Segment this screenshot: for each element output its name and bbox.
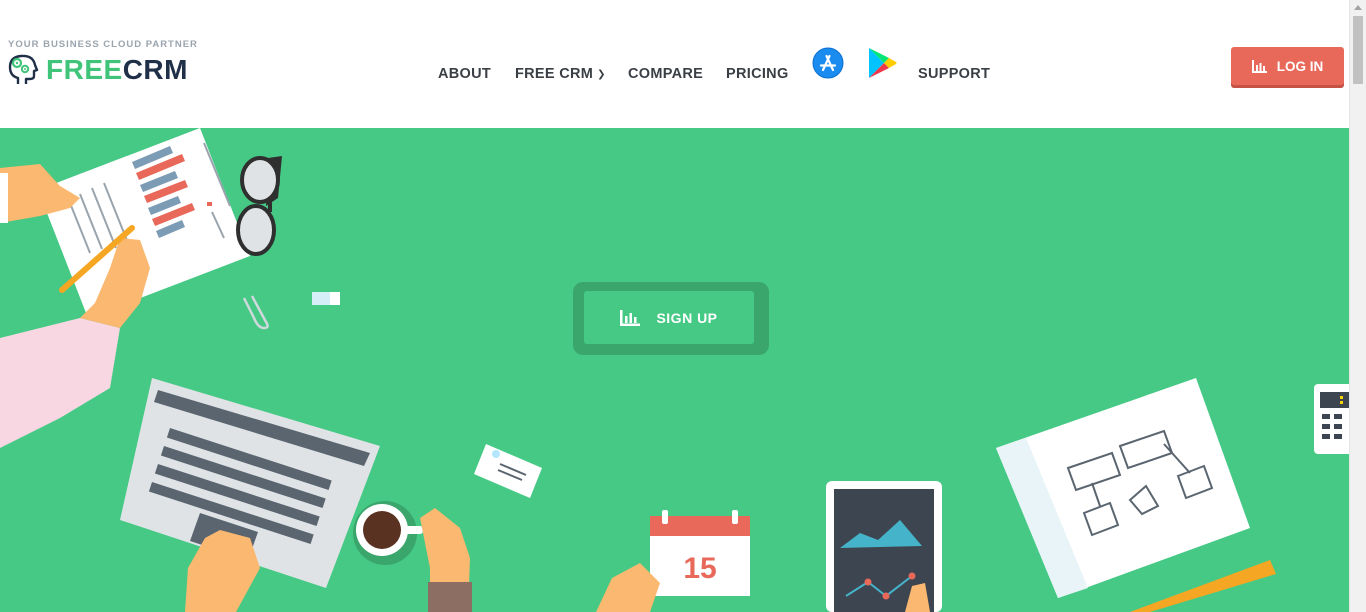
nav-free-crm-label: FREE CRM [515, 66, 594, 82]
flowchart-blueprint-illustration [996, 378, 1250, 598]
chevron-down-icon: ❯ [597, 69, 606, 80]
business-card-illustration [474, 444, 542, 498]
calendar-day-text: 15 [683, 552, 716, 585]
brand-logo[interactable]: FREECRM [6, 54, 188, 86]
nav-free-crm[interactable]: FREE CRM ❯ [515, 66, 606, 82]
coffee-cup-illustration [353, 501, 423, 565]
glasses-illustration [236, 156, 282, 256]
desk-illustration: 15 [0, 128, 1349, 612]
page-scrollbar[interactable] [1349, 0, 1366, 612]
calendar-illustration: 15 [650, 510, 750, 596]
scroll-up-arrow-icon[interactable] [1354, 5, 1362, 10]
nav-compare[interactable]: COMPARE [628, 66, 703, 82]
login-label: LOG IN [1276, 58, 1324, 74]
paperclip-illustration [242, 295, 269, 330]
app-store-icon[interactable] [812, 47, 844, 79]
report-paper-illustration [38, 128, 250, 318]
calculator-illustration [1314, 384, 1349, 454]
bar-chart-icon [1251, 59, 1267, 73]
nav-pricing[interactable]: PRICING [726, 66, 789, 82]
scroll-thumb[interactable] [1353, 16, 1363, 84]
hero-section: 15 SIGN UP [0, 128, 1349, 612]
nav-about[interactable]: ABOUT [438, 66, 491, 82]
signup-button-frame: SIGN UP [573, 282, 769, 355]
brand-tagline: YOUR BUSINESS CLOUD PARTNER [8, 39, 198, 50]
signup-label: SIGN UP [656, 309, 718, 326]
bar-chart-icon [620, 309, 641, 326]
nav-support[interactable]: SUPPORT [918, 66, 990, 82]
login-button[interactable]: LOG IN [1231, 47, 1344, 85]
google-play-icon[interactable] [866, 46, 898, 80]
signup-button[interactable]: SIGN UP [584, 291, 754, 344]
site-header: YOUR BUSINESS CLOUD PARTNER FREECRM ABOU… [0, 0, 1349, 128]
logo-crm-text: CRM [122, 54, 188, 85]
logo-free-text: FREE [46, 54, 123, 85]
ruler-illustration [1130, 560, 1276, 612]
head-gears-icon [8, 54, 39, 84]
